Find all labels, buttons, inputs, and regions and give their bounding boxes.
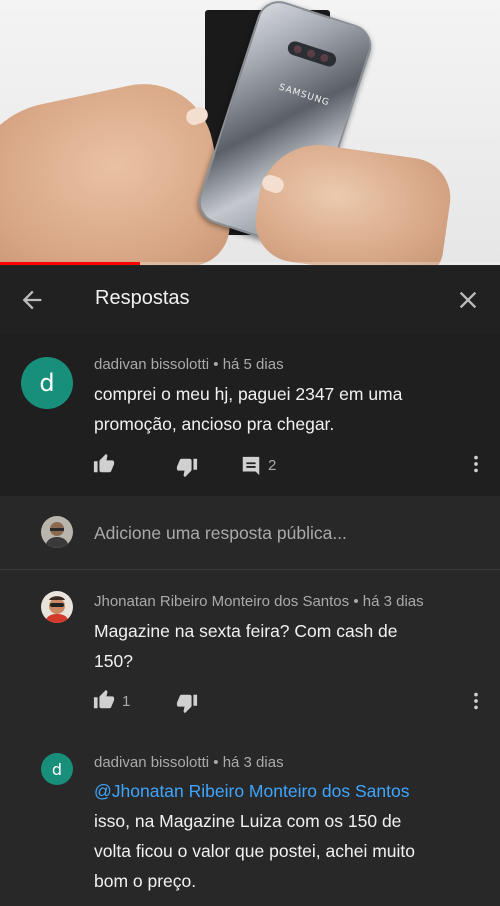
parent-comment: d dadivan bissolotti • há 5 dias comprei… [0, 334, 500, 496]
phone-brand-text: SAMSUNG [277, 82, 331, 109]
comment-line: promoção, ancioso pra chegar. [94, 414, 335, 434]
right-hand [250, 137, 456, 265]
comment-time[interactable]: há 3 dias [363, 593, 424, 610]
avatar[interactable]: d [41, 753, 73, 785]
meta-separator: • [213, 754, 219, 771]
video-progress-fill [0, 262, 140, 265]
close-icon[interactable] [454, 286, 482, 314]
page-title: Respostas [95, 287, 190, 309]
comment-author[interactable]: dadivan bissolotti [94, 356, 209, 373]
comment-text: comprei o meu hj, paguei 2347 em uma pro… [94, 379, 402, 439]
reply-count: 2 [268, 457, 277, 474]
comment-meta: dadivan bissolotti • há 5 dias [94, 356, 284, 373]
reply-comment-icon[interactable] [240, 455, 262, 477]
dislike-icon[interactable] [176, 692, 198, 714]
comment-line: 150? [94, 651, 133, 671]
avatar[interactable]: d [21, 357, 73, 409]
like-icon[interactable] [93, 453, 115, 475]
more-vert-icon[interactable] [465, 453, 487, 475]
comment-line: isso, na Magazine Luiza com os 150 de [94, 811, 402, 831]
comment-time[interactable]: há 3 dias [223, 754, 284, 771]
replies-header: Respostas [0, 266, 500, 334]
comment-line: volta ficou o valor que postei, achei mu… [94, 841, 416, 861]
comment-time[interactable]: há 5 dias [223, 356, 284, 373]
current-user-avatar [41, 516, 73, 548]
comment-meta: dadivan bissolotti • há 3 dias [94, 754, 284, 771]
video-player[interactable]: SAMSUNG [0, 0, 500, 265]
reply-input[interactable]: Adicione uma resposta pública... [94, 523, 347, 544]
comment-line: bom o preço. [94, 871, 197, 891]
camera-module [286, 39, 338, 69]
like-count: 1 [122, 693, 131, 710]
comment-text: Magazine na sexta feira? Com cash de 150… [94, 616, 398, 676]
more-vert-icon[interactable] [465, 690, 487, 712]
comment-text: @Jhonatan Ribeiro Monteiro dos Santos is… [94, 776, 415, 896]
left-hand [0, 71, 238, 265]
comment-line: Magazine na sexta feira? Com cash de [94, 621, 398, 641]
comment-author[interactable]: dadivan bissolotti [94, 754, 209, 771]
avatar[interactable] [41, 591, 73, 623]
like-icon[interactable] [93, 689, 115, 711]
comment-line: comprei o meu hj, paguei 2347 em uma [94, 384, 403, 404]
comment-meta: Jhonatan Ribeiro Monteiro dos Santos • h… [94, 593, 424, 610]
arrow-back-icon[interactable] [18, 286, 46, 314]
meta-separator: • [353, 593, 359, 610]
dislike-icon[interactable] [176, 456, 198, 478]
meta-separator: • [213, 356, 219, 373]
comment-author[interactable]: Jhonatan Ribeiro Monteiro dos Santos [94, 593, 349, 610]
video-progress-bar[interactable] [0, 262, 500, 265]
mention-link[interactable]: @Jhonatan Ribeiro Monteiro dos Santos [94, 776, 415, 806]
